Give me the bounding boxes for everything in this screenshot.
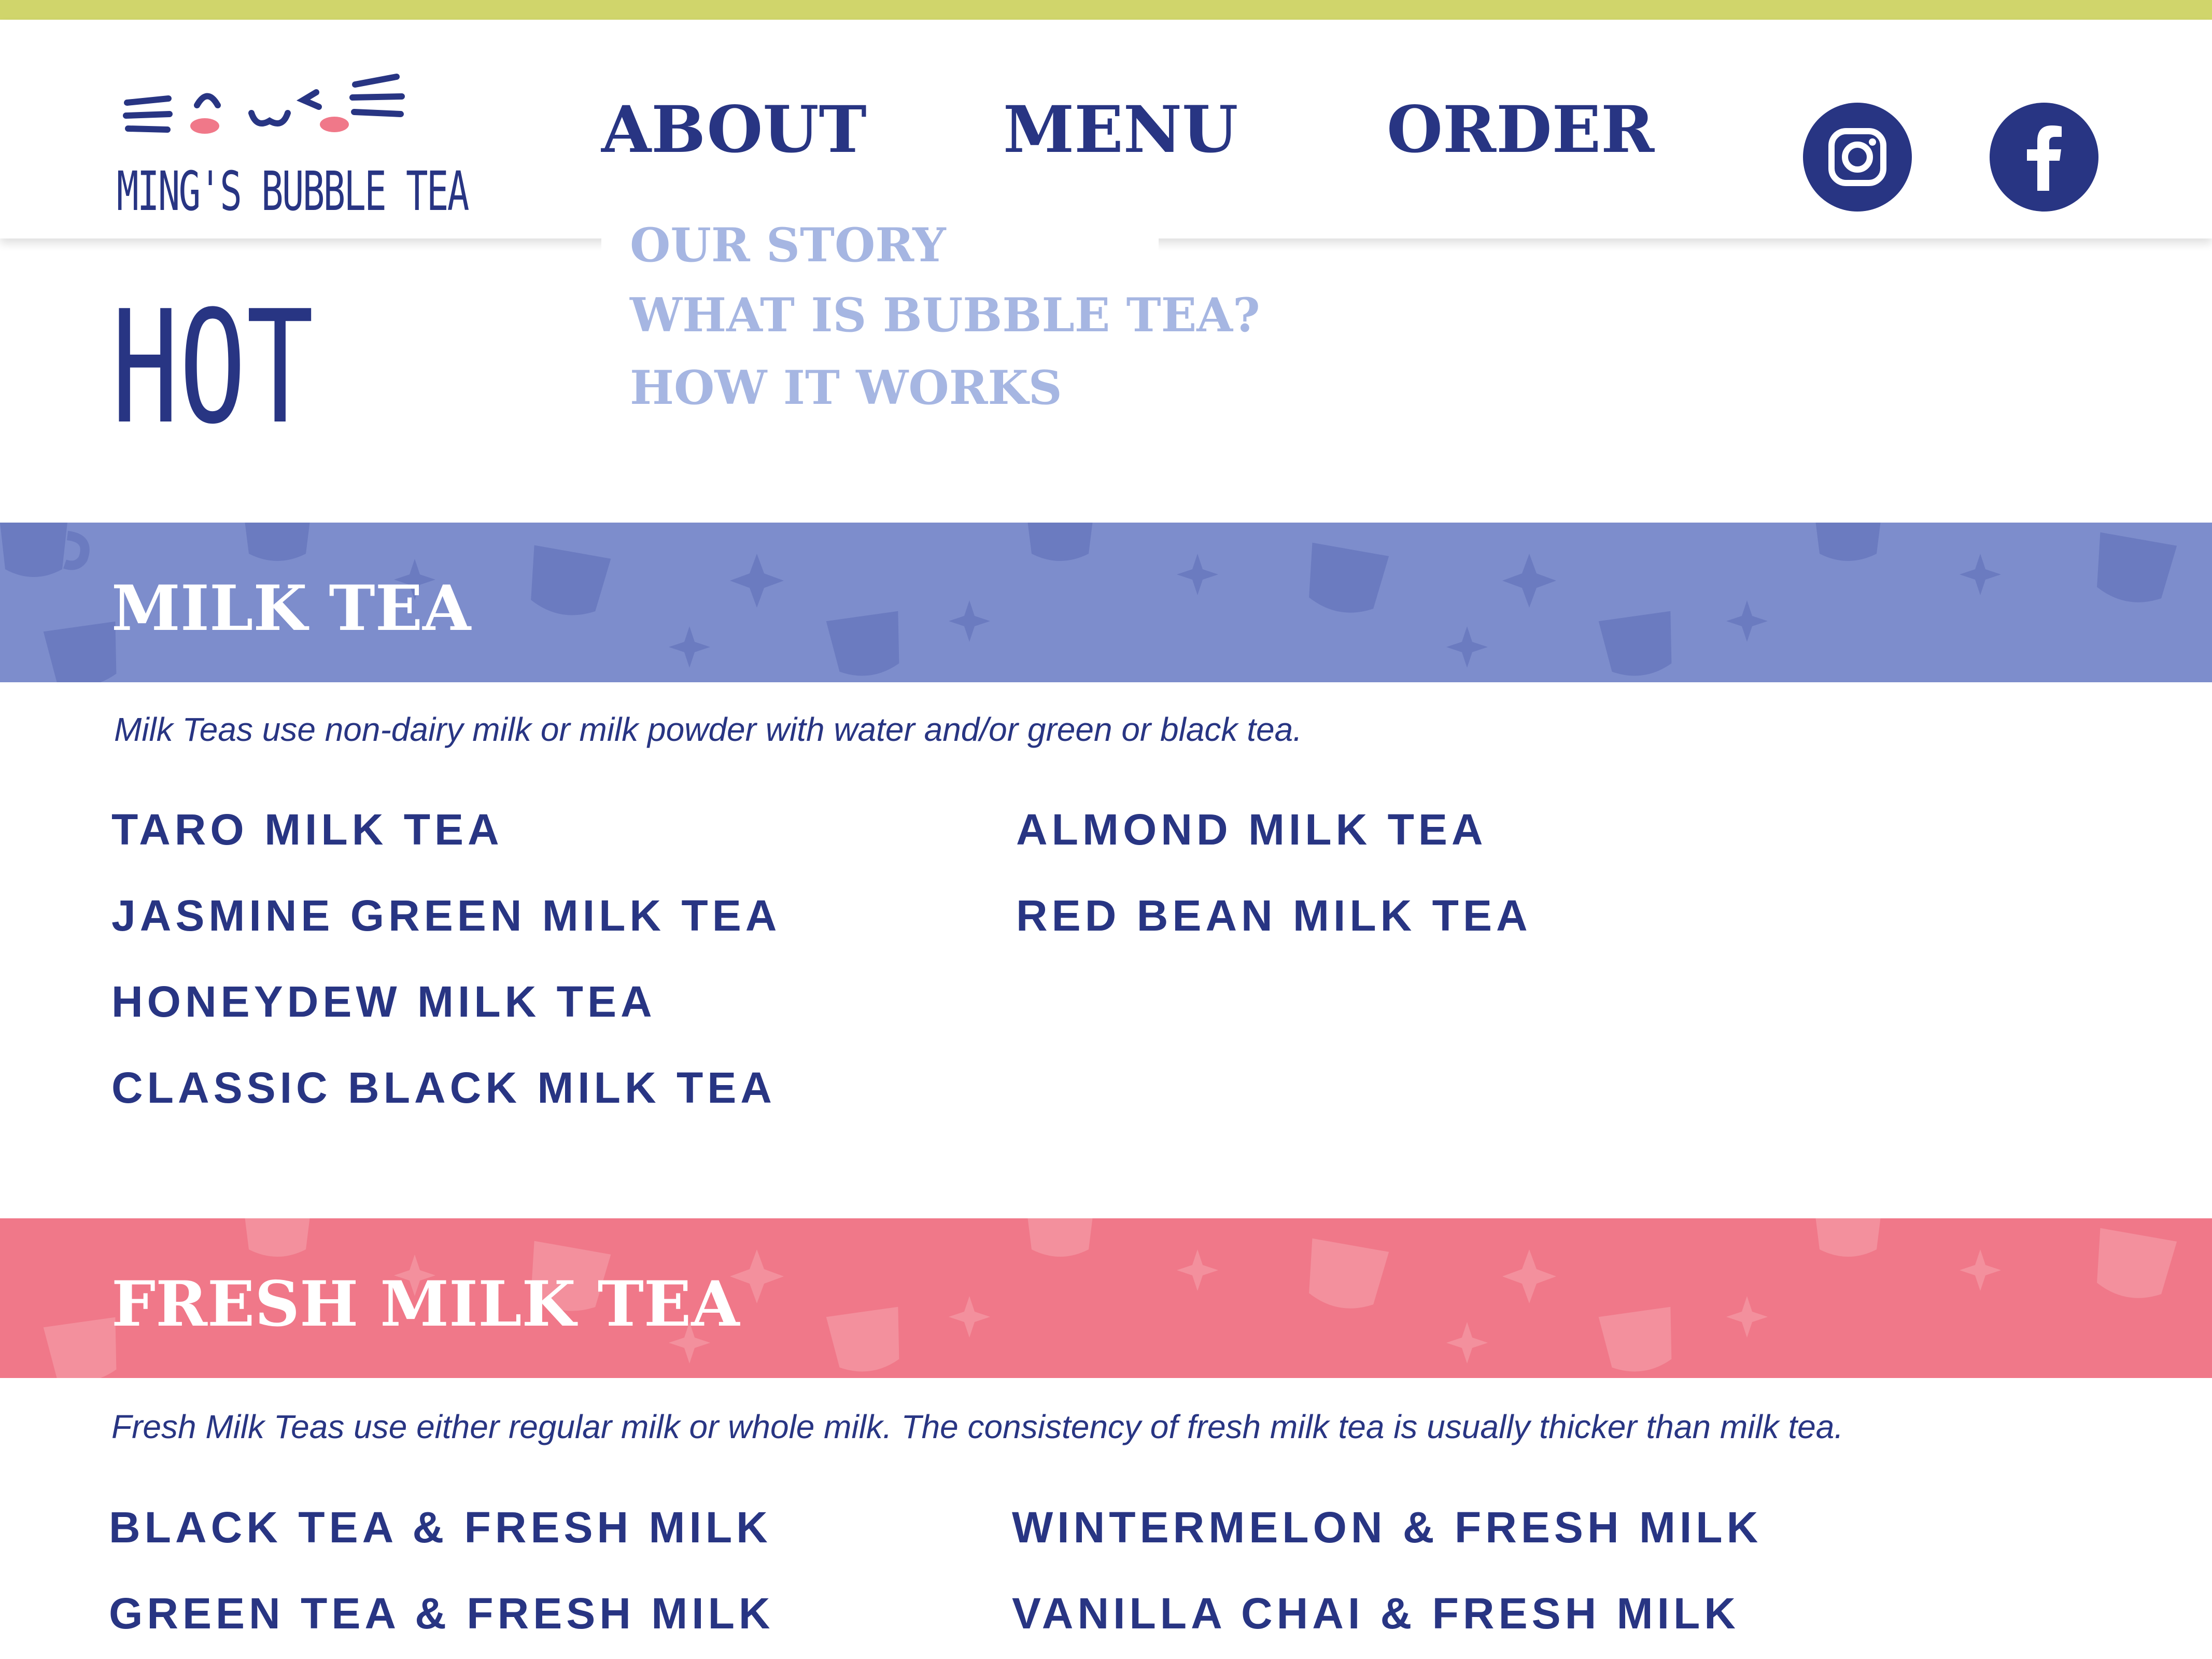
menu-item-vanilla-chai-fresh-milk[interactable]: VANILLA CHAI & FRESH MILK [1012, 1588, 1740, 1639]
brand-name: MING'S BUBBLE TEA [117, 160, 469, 223]
section-banner-fresh-milk-tea: FRESH MILK TEA [0, 1218, 2212, 1378]
dropdown-what-is-bubble-tea[interactable]: WHAT IS BUBBLE TEA? [630, 288, 1260, 343]
menu-item-black-tea-fresh-milk[interactable]: BLACK TEA & FRESH MILK [109, 1502, 772, 1553]
section-title-milk-tea: MILK TEA [111, 572, 471, 645]
menu-item-taro-milk-tea[interactable]: TARO MILK TEA [111, 805, 503, 855]
section-description-fresh-milk-tea: Fresh Milk Teas use either regular milk … [111, 1408, 1844, 1445]
facebook-icon [2027, 125, 2062, 191]
about-dropdown-menu: OUR STORY WHAT IS BUBBLE TEA? HOW IT WOR… [601, 218, 1260, 435]
nav-order[interactable]: ORDER [1387, 92, 1654, 167]
menu-item-green-tea-fresh-milk[interactable]: GREEN TEA & FRESH MILK [109, 1588, 774, 1639]
brand-logo[interactable]: MING'S BUBBLE TEA [106, 56, 469, 232]
instagram-button[interactable] [1803, 103, 1912, 212]
instagram-icon [1828, 128, 1886, 186]
section-title-fresh-milk-tea: FRESH MILK TEA [111, 1268, 740, 1341]
section-banner-milk-tea: MILK TEA [0, 523, 2212, 682]
nav-menu[interactable]: MENU [1003, 92, 1238, 167]
dropdown-our-story[interactable]: OUR STORY [630, 218, 946, 273]
section-description-milk-tea: Milk Teas use non-dairy milk or milk pow… [114, 711, 1302, 748]
nav-about[interactable]: ABOUT [601, 92, 867, 167]
facebook-button[interactable] [1990, 103, 2098, 212]
menu-item-almond-milk-tea[interactable]: ALMOND MILK TEA [1016, 805, 1487, 855]
menu-item-red-bean-milk-tea[interactable]: RED BEAN MILK TEA [1016, 891, 1532, 941]
top-accent-stripe [0, 0, 2212, 20]
menu-item-jasmine-green-milk-tea[interactable]: JASMINE GREEN MILK TEA [111, 891, 781, 941]
page-title: HOT [111, 277, 314, 458]
dropdown-how-it-works[interactable]: HOW IT WORKS [630, 360, 1062, 415]
menu-item-wintermelon-fresh-milk[interactable]: WINTERMELON & FRESH MILK [1012, 1502, 1762, 1553]
cat-face-icon [123, 74, 405, 134]
menu-item-honeydew-milk-tea[interactable]: HONEYDEW MILK TEA [111, 977, 656, 1027]
menu-item-classic-black-milk-tea[interactable]: CLASSIC BLACK MILK TEA [111, 1063, 776, 1113]
site-header: MING'S BUBBLE TEA ABOUT MENU ORDER [0, 20, 2212, 238]
